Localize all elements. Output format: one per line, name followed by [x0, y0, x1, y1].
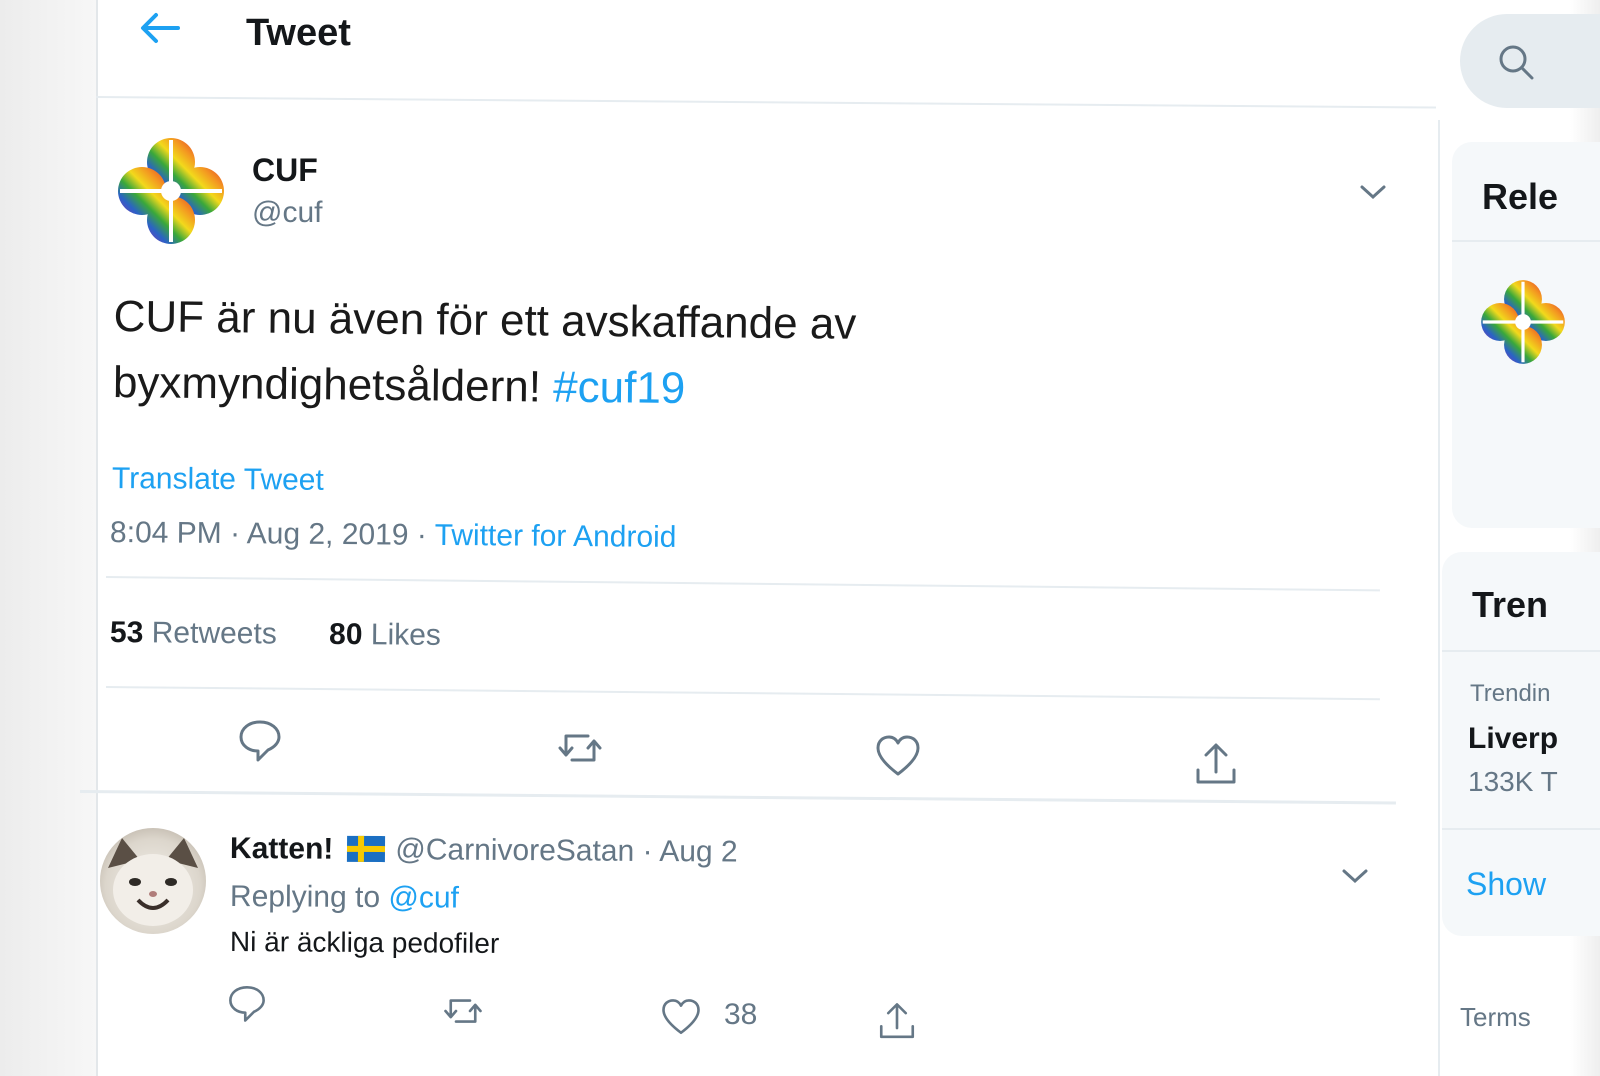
like-icon[interactable] [660, 996, 702, 1038]
cat-photo-icon [108, 838, 198, 926]
chevron-down-icon[interactable] [1340, 866, 1370, 886]
tweet-metadata: 8:04 PM · Aug 2, 2019 · Twitter for Andr… [110, 516, 677, 555]
translate-tweet-link[interactable]: Translate Tweet [112, 462, 324, 498]
author-name[interactable]: CUF [252, 152, 318, 189]
reply-author-name[interactable]: Katten! [230, 832, 334, 866]
panel-divider [1442, 828, 1600, 830]
chevron-down-icon[interactable] [1358, 182, 1388, 202]
author-handle[interactable]: @cuf [252, 196, 322, 230]
retweet-icon[interactable] [442, 990, 484, 1032]
retweets-stat[interactable]: 53 Retweets [110, 616, 277, 650]
rainbow-clover-logo[interactable] [1478, 276, 1568, 368]
divider [79, 790, 1396, 805]
avatar[interactable] [100, 828, 206, 934]
relevant-title: Rele [1482, 176, 1559, 217]
like-label: Likes [370, 618, 442, 652]
reply-author-handle[interactable]: @CarnivoreSatan [395, 833, 634, 868]
timeline-border [1438, 120, 1440, 1076]
panel-divider [1452, 240, 1600, 242]
like-icon[interactable] [874, 732, 922, 780]
meta-separator: · [221, 516, 247, 551]
left-nav-area [0, 0, 96, 1076]
tweet-stats: 53 Retweets 80 Likes [110, 616, 485, 653]
retweet-label: Retweets [151, 616, 277, 651]
replying-to: Replying to @cuf [230, 880, 459, 916]
divider [105, 576, 1380, 592]
arrow-left-icon[interactable] [138, 10, 182, 46]
divider [105, 686, 1380, 701]
share-icon[interactable] [1192, 740, 1240, 788]
panel-divider [1442, 650, 1600, 652]
trends-title: Tren [1472, 584, 1549, 625]
left-border [96, 0, 98, 1076]
reply-text: Ni är äckliga pedofiler [229, 926, 500, 959]
header-divider [95, 96, 1436, 109]
tweet-body: CUF är nu även för ett avskaffande av by… [112, 291, 857, 412]
replying-to-label: Replying to [229, 880, 389, 915]
share-icon[interactable] [876, 1000, 918, 1042]
tweet-date[interactable]: Aug 2, 2019 [247, 517, 409, 551]
reply-date[interactable]: Aug 2 [659, 835, 738, 869]
replying-to-mention[interactable]: @cuf [388, 881, 459, 914]
tweet-text: CUF är nu även för ett avskaffande av by… [113, 284, 1014, 425]
sweden-flag-icon [347, 835, 386, 863]
search-icon [1499, 45, 1534, 80]
tweet-time: 8:04 PM [109, 516, 222, 550]
rainbow-clover-logo[interactable] [114, 134, 228, 248]
trend-name[interactable]: Liverp [1468, 722, 1558, 756]
likes-stat[interactable]: 80 Likes [329, 618, 441, 652]
show-more-link[interactable]: Show [1466, 866, 1546, 903]
reply-header: Katten! @CarnivoreSatan · Aug 2 [230, 832, 738, 870]
terms-link[interactable]: Terms [1460, 1002, 1531, 1033]
hashtag-link[interactable]: #cuf19 [553, 363, 686, 413]
trend-context: Trendin [1470, 680, 1551, 707]
tweet-source-link[interactable]: Twitter for Android [435, 519, 677, 554]
meta-separator: · [408, 518, 435, 552]
reply-like-count: 38 [724, 998, 758, 1031]
trend-tweet-count: 133K T [1468, 766, 1558, 797]
like-count: 80 [328, 617, 363, 652]
reply-icon[interactable] [236, 716, 284, 764]
page-title: Tweet [246, 12, 351, 54]
retweet-count: 53 [109, 616, 144, 650]
reply-icon[interactable] [226, 982, 268, 1024]
retweet-icon[interactable] [556, 724, 604, 772]
meta-separator: · [634, 834, 660, 868]
